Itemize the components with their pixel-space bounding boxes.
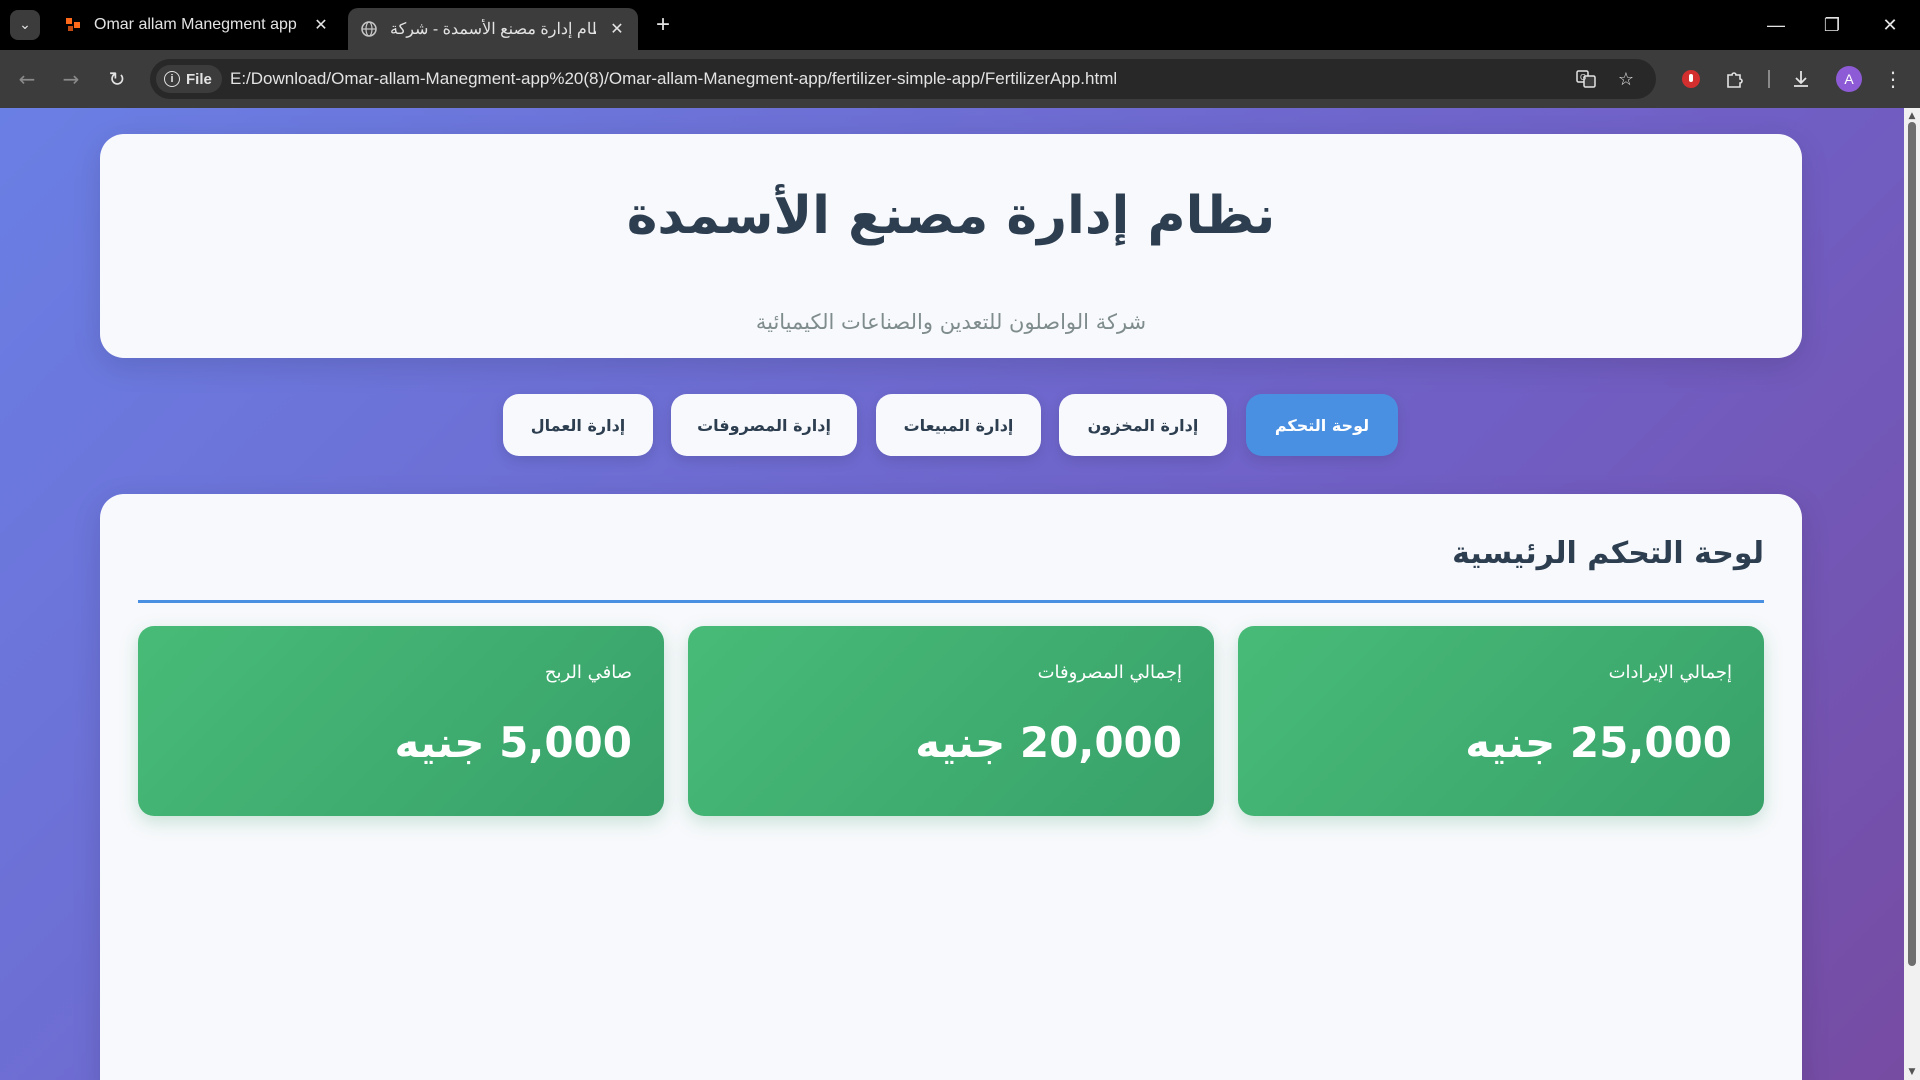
- tab-sales[interactable]: إدارة المبيعات: [876, 394, 1041, 456]
- close-icon[interactable]: ✕: [310, 14, 332, 36]
- tab-search-button[interactable]: ⌄: [10, 10, 40, 40]
- bookmark-star-icon[interactable]: ☆: [1614, 67, 1638, 91]
- back-arrow-icon[interactable]: ←: [12, 64, 42, 94]
- new-tab-button[interactable]: +: [650, 12, 676, 38]
- extensions-puzzle-icon[interactable]: [1722, 66, 1748, 92]
- tab-inventory[interactable]: إدارة المخزون: [1059, 394, 1227, 456]
- tab-title: نظام إدارة مصنع الأسمدة - شركة: [390, 21, 596, 38]
- browser-tab-strip: ⌄ Omar allam Manegment app - I ✕ نظام إد…: [0, 0, 1920, 50]
- extension-stop-icon[interactable]: [1678, 66, 1704, 92]
- restore-window-button[interactable]: ❐: [1812, 10, 1852, 40]
- info-icon: i: [164, 71, 180, 87]
- close-icon[interactable]: ✕: [606, 18, 628, 40]
- tab-title: Omar allam Manegment app - I: [94, 16, 300, 33]
- tab-dashboard[interactable]: لوحة التحكم: [1246, 394, 1398, 456]
- page-title: نظام إدارة مصنع الأسمدة: [626, 186, 1276, 246]
- app-favicon-icon: [64, 16, 82, 34]
- minimize-window-button[interactable]: —: [1756, 10, 1796, 40]
- tab-workers[interactable]: إدارة العمال: [503, 394, 653, 456]
- stat-label: إجمالي الإيرادات: [1608, 662, 1732, 683]
- tab-expenses[interactable]: إدارة المصروفات: [671, 394, 857, 456]
- stat-card-net-profit: صافي الربح 5,000 جنيه: [138, 626, 664, 816]
- stat-value: 25,000 جنيه: [1465, 718, 1732, 767]
- stat-value: 20,000 جنيه: [915, 718, 1182, 767]
- globe-icon: [360, 20, 378, 38]
- reload-icon[interactable]: ↻: [102, 64, 132, 94]
- site-chip-label: File: [186, 70, 212, 88]
- stat-value: 5,000 جنيه: [394, 718, 632, 767]
- stat-label: إجمالي المصروفات: [1037, 662, 1182, 683]
- forward-arrow-icon[interactable]: →: [56, 64, 86, 94]
- section-title: لوحة التحكم الرئيسية: [1452, 536, 1764, 571]
- page-scrollbar[interactable]: ▲ ▼: [1904, 108, 1920, 1080]
- scroll-down-arrow-icon[interactable]: ▼: [1906, 1066, 1918, 1078]
- company-subtitle: شركة الواصلون للتعدين والصناعات الكيميائ…: [755, 310, 1147, 334]
- browser-toolbar: ← → ↻ i File E:/Download/Omar-allam-Mane…: [0, 50, 1920, 108]
- dashboard-panel: لوحة التحكم الرئيسية إجمالي الإيرادات 25…: [100, 494, 1802, 1080]
- scrollbar-thumb[interactable]: [1908, 122, 1916, 966]
- download-icon[interactable]: [1788, 66, 1814, 92]
- translate-icon[interactable]: G: [1574, 67, 1598, 91]
- stat-label: صافي الربح: [544, 662, 632, 683]
- page-viewport: نظام إدارة مصنع الأسمدة شركة الواصلون لل…: [0, 108, 1920, 1080]
- close-window-button[interactable]: ✕: [1870, 10, 1910, 40]
- site-info-chip[interactable]: i File: [156, 65, 222, 93]
- url-text[interactable]: E:/Download/Omar-allam-Manegment-app%20(…: [230, 69, 1117, 89]
- toolbar-divider: [1768, 70, 1770, 88]
- browser-tab-omar-allam[interactable]: Omar allam Manegment app - I ✕: [52, 8, 342, 42]
- title-divider: [138, 600, 1764, 603]
- scroll-up-arrow-icon[interactable]: ▲: [1906, 110, 1918, 122]
- stat-card-expenses: إجمالي المصروفات 20,000 جنيه: [688, 626, 1214, 816]
- svg-text:G: G: [1580, 73, 1586, 82]
- browser-tab-fertilizer-app[interactable]: نظام إدارة مصنع الأسمدة - شركة ✕: [348, 8, 638, 50]
- more-menu-icon[interactable]: ⋮: [1880, 66, 1906, 92]
- header-card: نظام إدارة مصنع الأسمدة شركة الواصلون لل…: [100, 134, 1802, 358]
- chevron-down-icon: ⌄: [19, 17, 31, 33]
- address-bar[interactable]: i File E:/Download/Omar-allam-Manegment-…: [150, 59, 1656, 99]
- stat-card-revenue: إجمالي الإيرادات 25,000 جنيه: [1238, 626, 1764, 816]
- profile-avatar[interactable]: A: [1836, 66, 1862, 92]
